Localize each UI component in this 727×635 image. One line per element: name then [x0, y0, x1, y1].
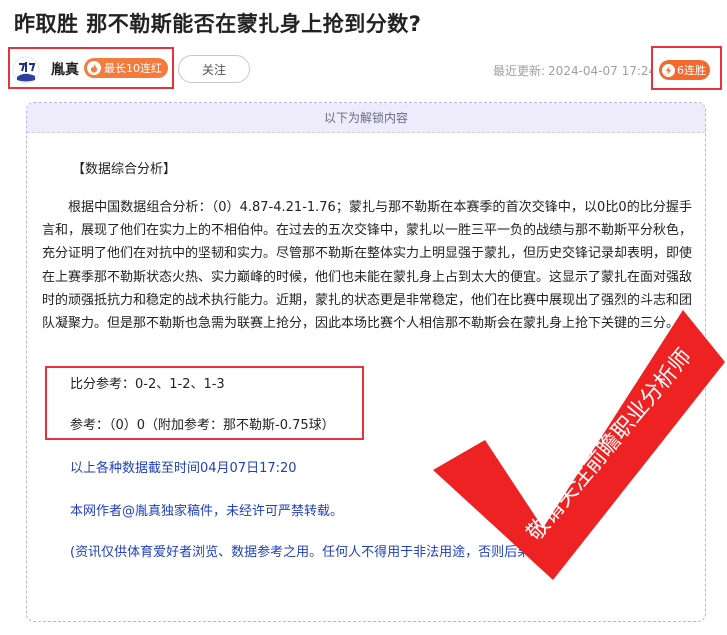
avatar[interactable]: [12, 56, 40, 84]
update-time-value: 2024-04-07 17:24: [548, 64, 653, 78]
update-label: 最近更新:: [493, 64, 546, 78]
streak-badge: 最长10连红: [84, 58, 168, 78]
author-name[interactable]: 胤真: [51, 59, 79, 79]
handicap-reference: 参考：（0）0（附加参考：那不勒斯-0.75球）: [70, 418, 335, 433]
follow-button[interactable]: 关注: [178, 55, 250, 83]
copyright-note: 本网作者@胤真独家稿件，未经许可严禁转载。: [70, 504, 344, 519]
data-cutoff-note: 以上各种数据截至时间04月07日17:20: [70, 461, 297, 476]
win-streak-badge: 6连胜: [659, 60, 710, 80]
lightning-icon: [662, 63, 675, 77]
score-reference: 比分参考：0-2、1-2、1-3: [70, 377, 225, 392]
avatar-logo-icon: [12, 56, 40, 84]
unlock-banner: 以下为解锁内容: [27, 103, 705, 133]
flame-icon: [87, 61, 101, 75]
section-title: 【数据综合分析】: [72, 162, 177, 177]
article-title: 昨取胜 那不勒斯能否在蒙扎身上抢到分数?: [14, 12, 422, 36]
disclaimer-note: (资讯仅供体育爱好者浏览、数据参考之用。任何人不得用于非法用途，否则后果自负。): [70, 545, 568, 560]
streak-badge-label: 最长10连红: [104, 62, 162, 75]
update-time: 最近更新: 2024-04-07 17:24: [493, 62, 653, 79]
analysis-paragraph: 根据中国数据组合分析：（0）4.87-4.21-1.76；蒙扎与那不勒斯在本赛季…: [42, 200, 693, 332]
win-streak-label: 6连胜: [677, 64, 706, 77]
